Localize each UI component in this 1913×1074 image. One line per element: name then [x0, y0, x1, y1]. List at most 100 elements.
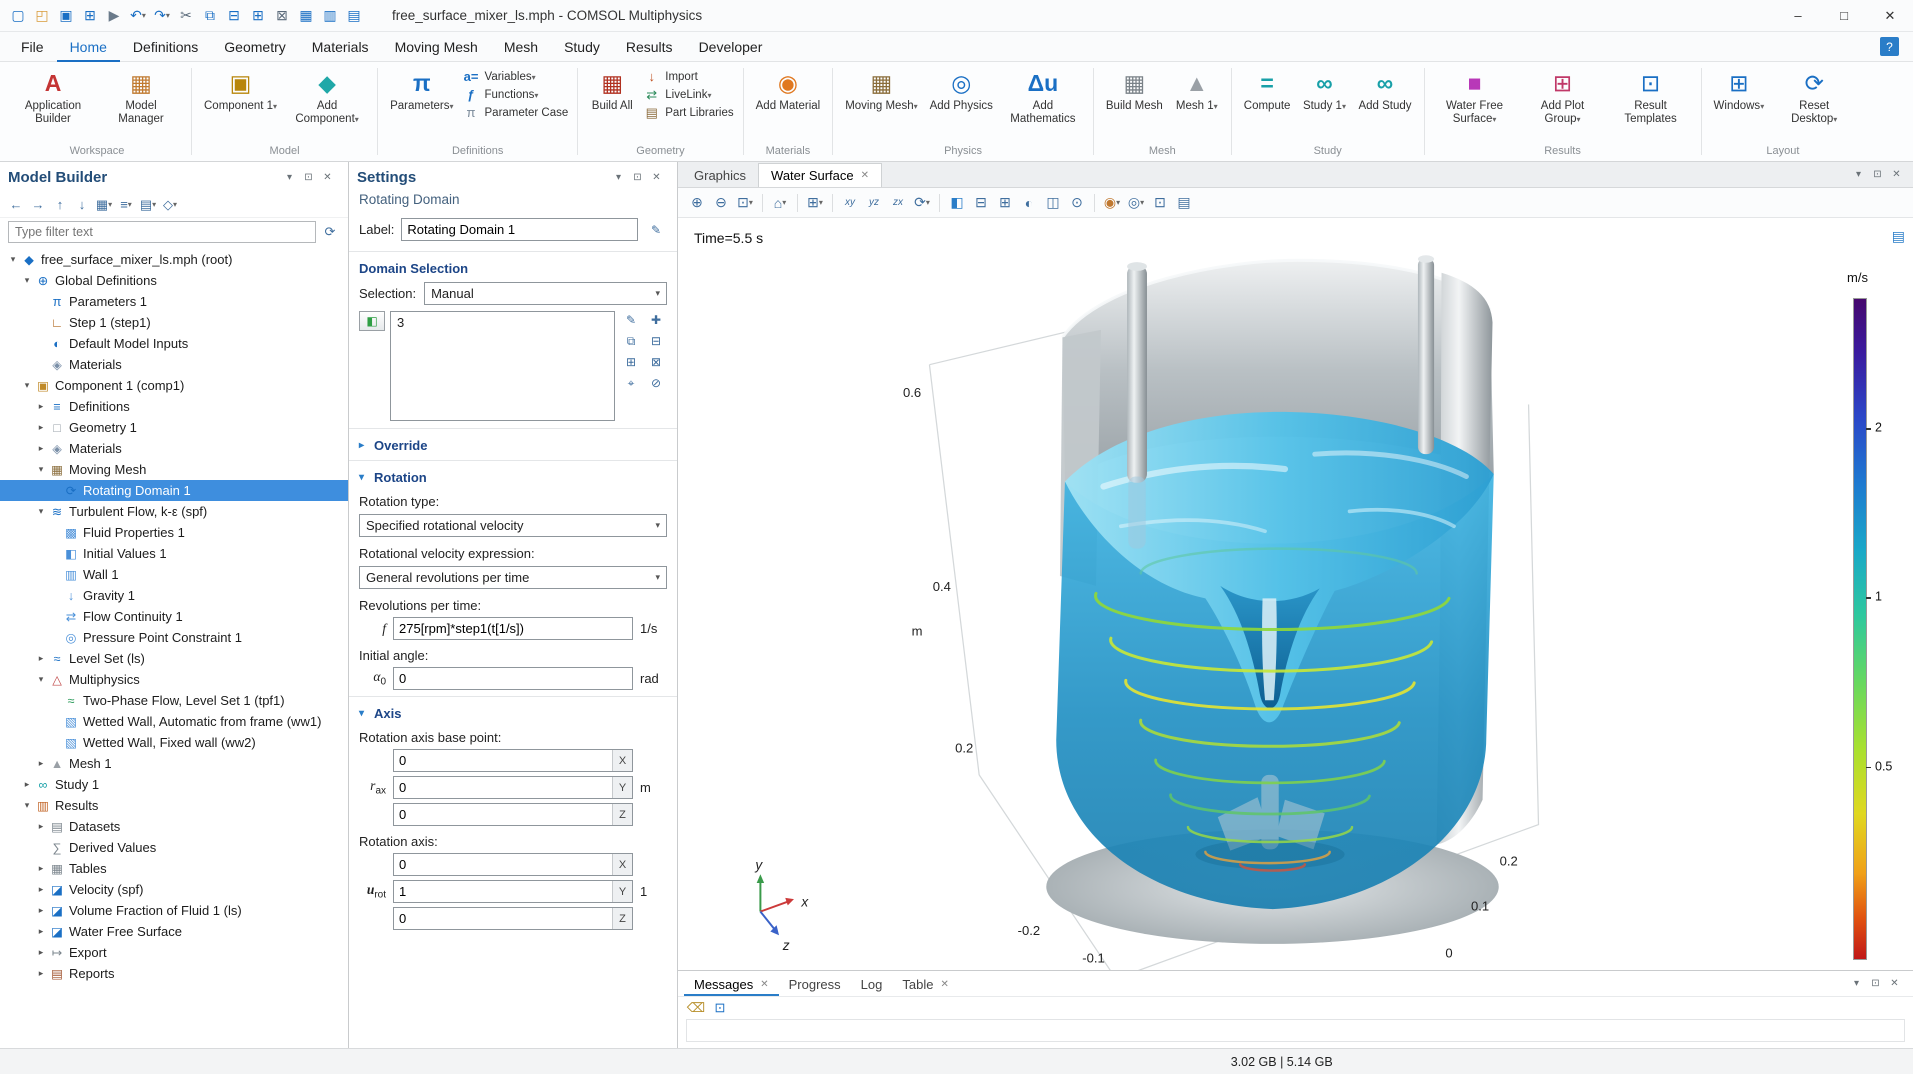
environment-reflections-button[interactable]: ◎▾	[1125, 192, 1147, 214]
tree-item-geometry-1[interactable]: ▸□Geometry 1	[0, 417, 348, 438]
add-mathematics-button[interactable]: ΔuAdd Mathematics	[1000, 65, 1086, 128]
tree-item-export[interactable]: ▸↦Export	[0, 942, 348, 963]
tree-item-moving-mesh[interactable]: ▾▦Moving Mesh	[0, 459, 348, 480]
tree-item-mesh-1[interactable]: ▸▲Mesh 1	[0, 753, 348, 774]
tree-item-fluid-properties-1[interactable]: ▩Fluid Properties 1	[0, 522, 348, 543]
tree-item-definitions[interactable]: ▸≡Definitions	[0, 396, 348, 417]
tree-item-rotating-domain-1[interactable]: ⟳Rotating Domain 1	[0, 480, 348, 501]
tree-item-wall-1[interactable]: ▥Wall 1	[0, 564, 348, 585]
graphics-canvas[interactable]: 0.60.40.2m-0.2-0.10.20.10 y x z Time=5.5…	[678, 218, 1913, 970]
menu-geometry[interactable]: Geometry	[211, 32, 298, 62]
add-physics-button[interactable]: ◎Add Physics	[925, 65, 998, 115]
rotate-view-button[interactable]: ⟳▾	[911, 192, 933, 214]
tree-item-volume-fraction-of-fluid-1-ls[interactable]: ▸◪Volume Fraction of Fluid 1 (ls)	[0, 900, 348, 921]
create-selection-button[interactable]: ✎	[620, 311, 642, 329]
tree-expand-arrow[interactable]: ▸	[34, 947, 48, 958]
tree-item-default-model-inputs[interactable]: ◐Default Model Inputs	[0, 333, 348, 354]
tree-collapse-arrow[interactable]: ▾	[20, 800, 34, 811]
menu-materials[interactable]: Materials	[299, 32, 382, 62]
tree-item-materials[interactable]: ▸◈Materials	[0, 438, 348, 459]
minimize-panel-button[interactable]: ▾	[1850, 167, 1867, 183]
tree-collapse-arrow[interactable]: ▾	[34, 464, 48, 475]
clear-messages-button[interactable]: ⌫	[686, 998, 706, 1018]
undo-button[interactable]: ↶▾	[126, 3, 150, 29]
tree-item-wetted-wall-fixed-wall-ww2[interactable]: ▧Wetted Wall, Fixed wall (ww2)	[0, 732, 348, 753]
back-button[interactable]: ←	[6, 195, 26, 215]
rotation-axis-x-input[interactable]	[394, 854, 612, 875]
run-button[interactable]: ▶	[102, 3, 126, 29]
orthographic-projection-button[interactable]: ⊞▾	[804, 192, 826, 214]
info-tab-messages[interactable]: Messages✕	[684, 972, 779, 996]
component-1-button[interactable]: ▣Component 1▾	[199, 65, 282, 115]
tree-item-reports[interactable]: ▸▤Reports	[0, 963, 348, 984]
mesh-1-button[interactable]: ▲Mesh 1▾	[1170, 65, 1224, 115]
color-theme-button[interactable]: ◉▾	[1101, 192, 1123, 214]
rotation-axis-y-input[interactable]	[394, 881, 612, 902]
clear-selection-button[interactable]: ⊠	[645, 353, 667, 371]
add-component-button[interactable]: ◆Add Component▾	[284, 65, 370, 128]
tree-expand-arrow[interactable]: ▸	[34, 653, 48, 664]
float-panel-button[interactable]: ⊡	[1869, 167, 1886, 183]
float-panel-button[interactable]: ⊡	[300, 169, 317, 185]
tree-item-velocity-spf[interactable]: ▸◪Velocity (spf)	[0, 879, 348, 900]
tree-item-turbulent-flow-k-spf[interactable]: ▾≋Turbulent Flow, k-ε (spf)	[0, 501, 348, 522]
lock-camera-button[interactable]: ⊙	[1066, 192, 1088, 214]
transparency-button[interactable]: ◫	[1042, 192, 1064, 214]
close-panel-button[interactable]: ✕	[648, 169, 665, 185]
show-selection-colors-button[interactable]: ⊟	[970, 192, 992, 214]
tree-collapse-arrow[interactable]: ▾	[34, 674, 48, 685]
tree-expand-arrow[interactable]: ▸	[34, 863, 48, 874]
copy-button[interactable]: ⧉	[198, 3, 222, 29]
tree-expand-arrow[interactable]: ▸	[34, 401, 48, 412]
add-material-button[interactable]: ◉Add Material	[751, 65, 826, 115]
go-to-default-view-button[interactable]: ⌂▾	[769, 192, 791, 214]
tree-item-materials[interactable]: ◈Materials	[0, 354, 348, 375]
copy-selection-button[interactable]: ⧉	[620, 332, 642, 350]
model-data-access-button[interactable]: ▦	[294, 3, 318, 29]
tree-expand-arrow[interactable]: ▸	[34, 422, 48, 433]
cut-button[interactable]: ✂	[174, 3, 198, 29]
revolutions-per-time-input[interactable]	[393, 617, 633, 640]
zoom-out-button[interactable]: ⊖	[710, 192, 732, 214]
menu-developer[interactable]: Developer	[686, 32, 776, 62]
redo-button[interactable]: ↷▾	[150, 3, 174, 29]
go-to-xy-view-button[interactable]: xy	[839, 192, 861, 214]
label-input[interactable]	[401, 218, 638, 241]
close-tab-icon[interactable]: ✕	[760, 979, 768, 990]
plot-settings-icon[interactable]: ▤	[1892, 228, 1905, 245]
menu-home[interactable]: Home	[57, 32, 120, 62]
filter-input[interactable]	[8, 221, 316, 243]
zoom-extents-button[interactable]: ⊡▾	[734, 192, 756, 214]
close-tab-icon[interactable]: ✕	[861, 170, 869, 181]
options-button[interactable]: ▤	[342, 3, 366, 29]
record-method-button[interactable]: ▥	[318, 3, 342, 29]
selection-list[interactable]: 3	[390, 311, 615, 421]
add-plot-group-button[interactable]: ⊞Add Plot Group▾	[1520, 65, 1606, 128]
open-button[interactable]: ◰	[30, 3, 54, 29]
float-panel-button[interactable]: ⊡	[629, 169, 646, 185]
import-button[interactable]: ↓Import	[643, 69, 733, 84]
tree-item-two-phase-flow-level-set-1-tpf1[interactable]: ≈Two-Phase Flow, Level Set 1 (tpf1)	[0, 690, 348, 711]
paste-button[interactable]: ⊟	[222, 3, 246, 29]
go-to-yz-view-button[interactable]: yz	[863, 192, 885, 214]
tree-item-step-1-step1[interactable]: ∟Step 1 (step1)	[0, 312, 348, 333]
help-button[interactable]: ?	[1880, 37, 1899, 56]
study-1-button[interactable]: ∞Study 1▾	[1297, 65, 1351, 115]
livelink-button[interactable]: ⇄LiveLink▾	[643, 87, 733, 102]
part-libraries-button[interactable]: ▤Part Libraries	[643, 105, 733, 120]
tree-item-component-1-comp1[interactable]: ▾▣Component 1 (comp1)	[0, 375, 348, 396]
paste-selection-button[interactable]: ⊟	[645, 332, 667, 350]
result-templates-button[interactable]: ⊡Result Templates	[1608, 65, 1694, 128]
maximize-button[interactable]: □	[1821, 0, 1867, 32]
rotation-type-dropdown[interactable]: Specified rotational velocity ▾	[359, 514, 667, 537]
close-panel-button[interactable]: ✕	[1886, 976, 1903, 992]
tree-expand-arrow[interactable]: ▸	[34, 821, 48, 832]
rotation-axis-base-point-x-input[interactable]	[394, 750, 612, 771]
velocity-expression-dropdown[interactable]: General revolutions per time ▾	[359, 566, 667, 589]
tree-expand-arrow[interactable]: ▸	[34, 884, 48, 895]
info-tab-progress[interactable]: Progress	[779, 972, 851, 996]
reset-desktop-button[interactable]: ⟳Reset Desktop▾	[1771, 65, 1857, 128]
info-tab-log[interactable]: Log	[851, 972, 893, 996]
moving-mesh-button[interactable]: ▦Moving Mesh▾	[840, 65, 922, 115]
selection-entry[interactable]: 3	[397, 315, 608, 333]
